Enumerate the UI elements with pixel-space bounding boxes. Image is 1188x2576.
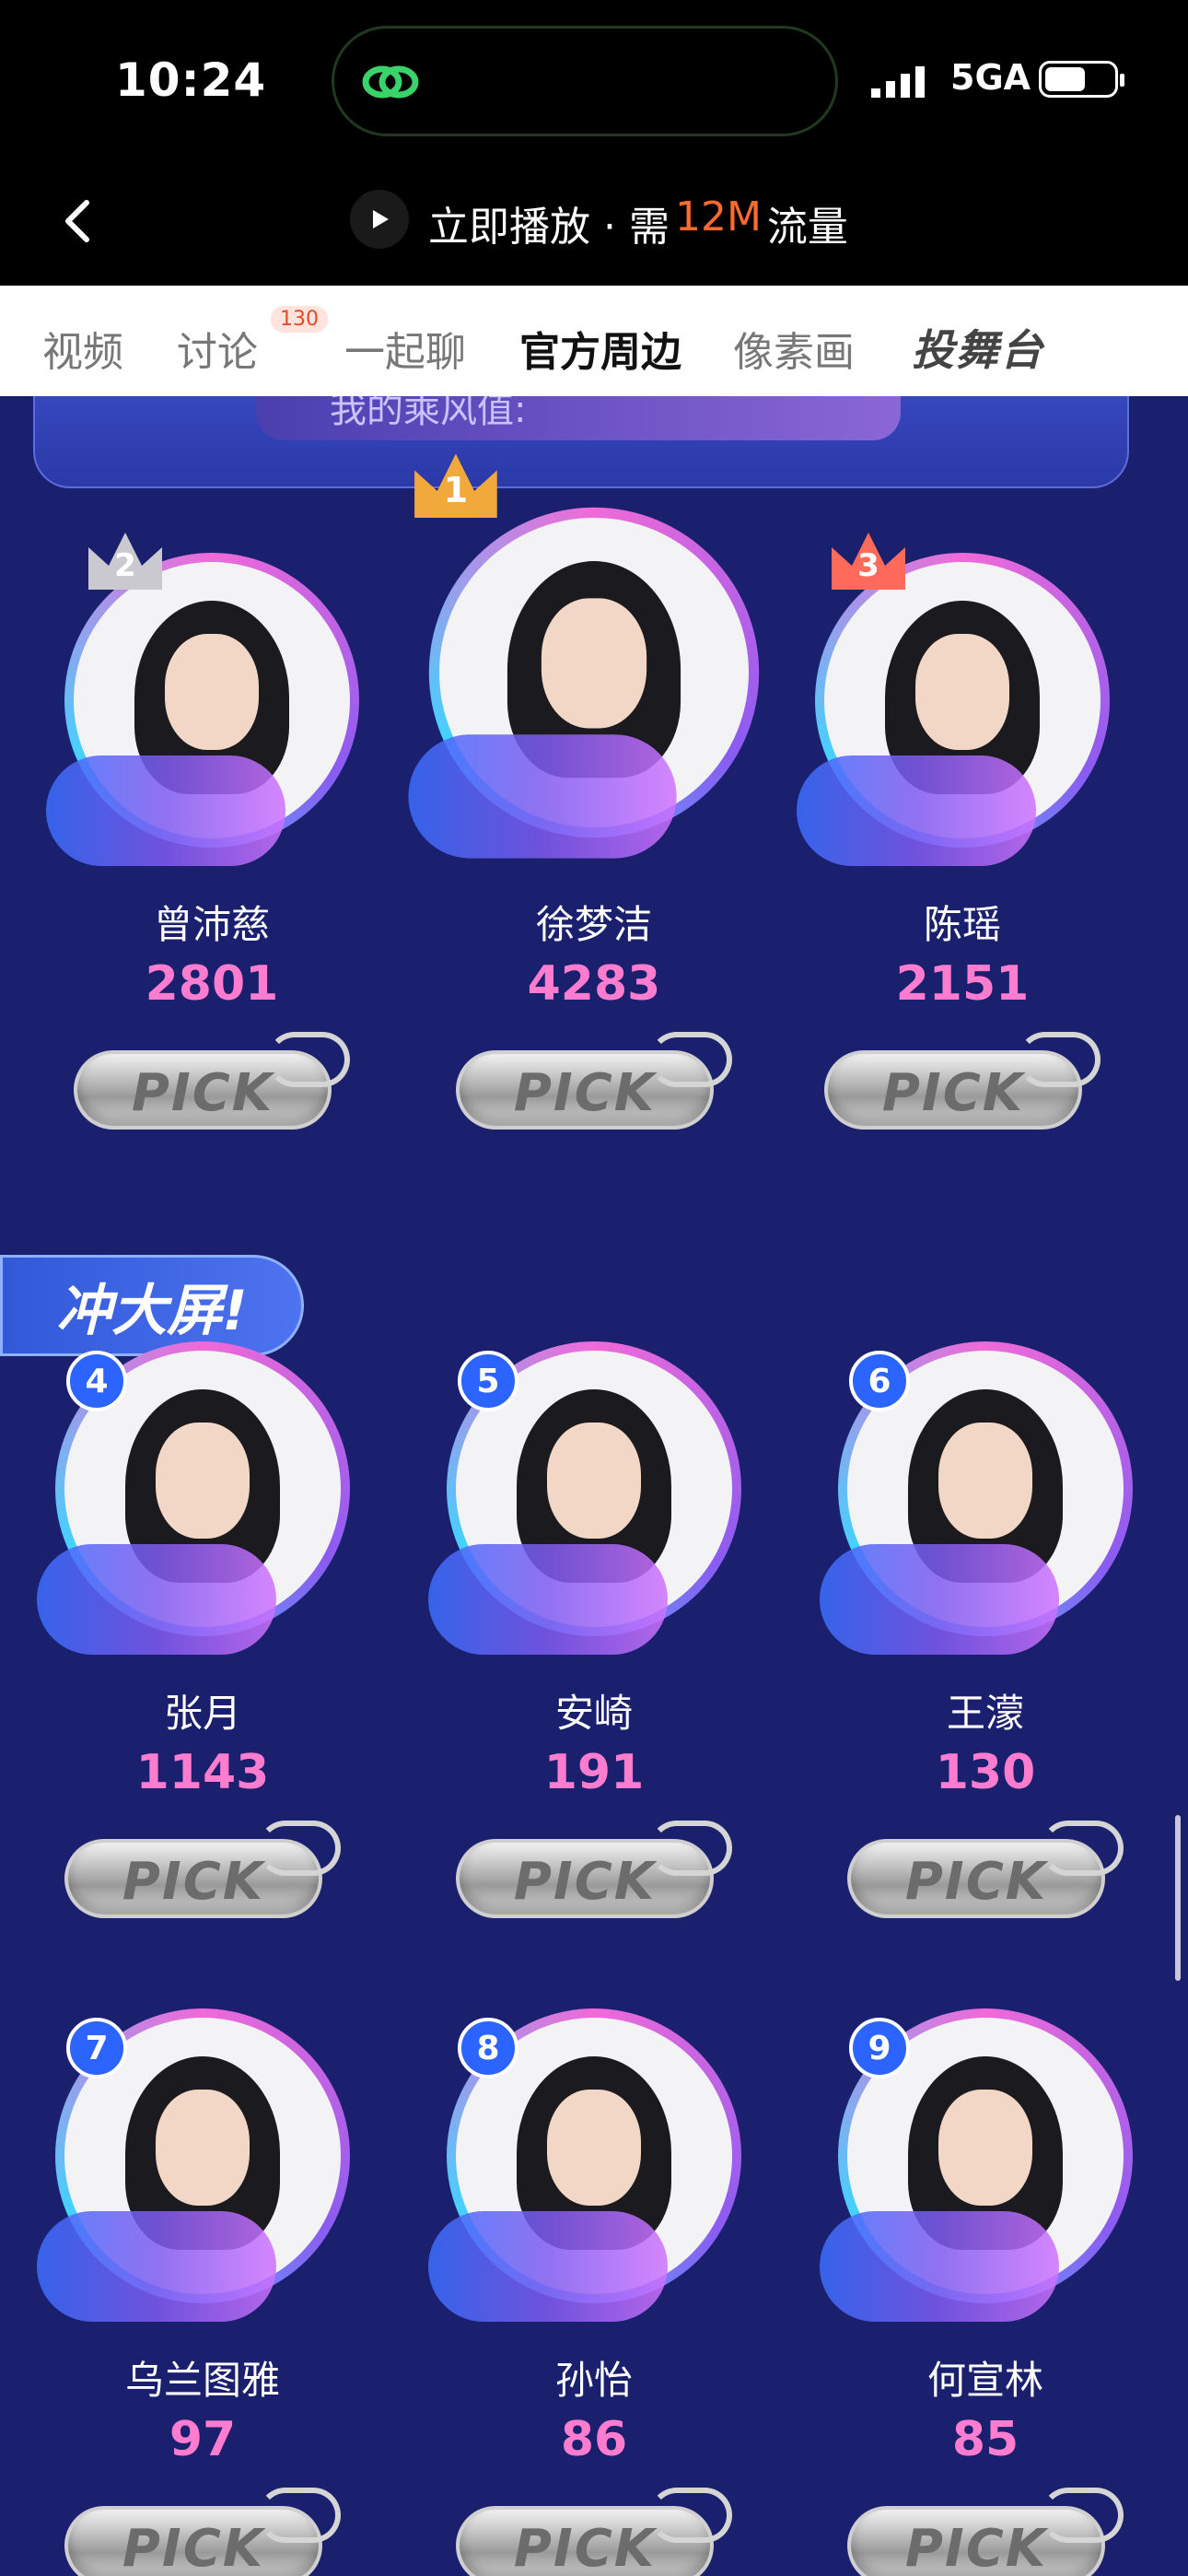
pick-button[interactable]: PICK: [847, 1821, 1124, 1922]
rank-badge: 8: [458, 2018, 518, 2078]
play-icon: [373, 210, 389, 228]
tab-vote-stage[interactable]: 投舞台: [912, 317, 1044, 378]
ranking-content: 我的乘风值: 2 曾沛慈 2801 PICK 1 徐梦洁 4283 PICK 3…: [0, 396, 1188, 2576]
avatar[interactable]: 3: [787, 525, 1137, 875]
contestant-card-rank-4: 4 张月 1143 PICK: [28, 1314, 378, 1959]
gold-crown-icon: 1: [406, 446, 506, 529]
contestant-card-rank-3: 3 陈瑶 2151 PICK: [787, 525, 1137, 1170]
contestant-card-rank-7: 7 乌兰图雅 97 PICK: [28, 1981, 378, 2576]
play-button[interactable]: [350, 190, 409, 249]
pick-button[interactable]: PICK: [74, 1032, 350, 1133]
avatar[interactable]: 7: [28, 1981, 378, 2331]
avatar[interactable]: 8: [419, 1981, 769, 2331]
contestant-score: 86: [560, 2412, 628, 2467]
pick-button[interactable]: PICK: [824, 1032, 1101, 1133]
link-icon: [362, 65, 419, 99]
contestant-score: 85: [951, 2412, 1019, 2467]
tab-chat-together[interactable]: 一起聊: [344, 319, 466, 378]
play-data-size: 12M: [674, 193, 762, 240]
contestant-name: 徐梦洁: [535, 902, 652, 947]
silver-crown-icon: 2: [81, 525, 169, 599]
avatar[interactable]: 1: [398, 453, 790, 869]
contestant-score: 191: [543, 1745, 645, 1800]
contestant-card-rank-8: 8 孙怡 86 PICK: [419, 1981, 769, 2576]
dynamic-island: [332, 26, 838, 136]
contestant-name: 何宣林: [926, 2358, 1043, 2403]
play-text-prefix: 立即播放 · 需: [428, 204, 670, 251]
contestant-card-rank-9: 9 何宣林 85 PICK: [810, 1981, 1160, 2576]
contestant-score: 1143: [135, 1745, 270, 1800]
contestant-score: 130: [935, 1745, 1036, 1800]
my-score-label: 我的乘风值:: [256, 396, 901, 440]
pick-button[interactable]: PICK: [456, 1032, 732, 1133]
tab-pixel-art[interactable]: 像素画: [733, 319, 855, 378]
pick-button[interactable]: PICK: [64, 1821, 341, 1922]
pick-button[interactable]: PICK: [64, 2488, 341, 2576]
tab-bar: 视频 讨论 130 一起聊 官方周边 像素画 投舞台: [0, 286, 1188, 396]
contestant-name: 张月: [163, 1691, 241, 1736]
contestant-name: 乌兰图雅: [124, 2358, 280, 2403]
signal-icon: [871, 66, 925, 98]
play-text-suffix: 流量: [766, 204, 848, 251]
status-time: 10:24: [115, 53, 267, 107]
contestant-name: 曾沛慈: [153, 902, 270, 947]
contestant-card-rank-2: 2 曾沛慈 2801 PICK: [37, 525, 387, 1170]
avatar[interactable]: 6: [810, 1314, 1160, 1664]
network-type: 5GA: [950, 57, 1031, 98]
contestant-score: 2801: [145, 956, 279, 1012]
contestant-card-rank-5: 5 安崎 191 PICK: [419, 1314, 769, 1959]
score-card: 我的乘风值:: [33, 396, 1129, 488]
status-bar: 10:24 5GA: [0, 0, 1188, 157]
battery-icon: [1039, 61, 1124, 98]
contestant-score: 4283: [527, 956, 661, 1012]
rank-badge: 6: [849, 1351, 910, 1411]
contestant-name: 孙怡: [554, 2358, 633, 2403]
rank-badge: 5: [458, 1351, 518, 1411]
tab-official-merch[interactable]: 官方周边: [519, 319, 681, 378]
avatar[interactable]: 2: [37, 525, 387, 875]
rank-badge: 4: [66, 1351, 127, 1411]
contestant-name: 王濛: [946, 1691, 1024, 1736]
header-bar: 立即播放 · 需 12M 流量: [0, 157, 1188, 286]
contestant-card-rank-1: 1 徐梦洁 4283 PICK: [408, 453, 769, 1142]
avatar[interactable]: 4: [28, 1314, 378, 1664]
tab-discussion[interactable]: 讨论: [177, 319, 258, 378]
avatar[interactable]: 9: [810, 1981, 1160, 2331]
discussion-count-badge: 130: [271, 306, 328, 333]
contestant-score: 97: [169, 2412, 237, 2467]
contestant-score: 2151: [895, 956, 1030, 1012]
bronze-crown-icon: 3: [824, 525, 913, 599]
tab-video[interactable]: 视频: [42, 319, 123, 378]
avatar[interactable]: 5: [419, 1314, 769, 1664]
pick-button[interactable]: PICK: [456, 1821, 732, 1922]
contestant-name: 安崎: [554, 1691, 633, 1736]
contestant-name: 陈瑶: [923, 902, 1001, 947]
pick-button[interactable]: PICK: [456, 2488, 732, 2576]
rank-badge: 9: [849, 2018, 910, 2078]
play-now-text[interactable]: 立即播放 · 需 12M 流量: [428, 193, 848, 252]
contestant-card-rank-6: 6 王濛 130 PICK: [810, 1314, 1160, 1959]
scrollbar[interactable]: [1175, 1815, 1181, 1981]
back-arrow-icon[interactable]: [52, 193, 107, 249]
rank-badge: 7: [66, 2018, 127, 2078]
pick-button[interactable]: PICK: [847, 2488, 1124, 2576]
